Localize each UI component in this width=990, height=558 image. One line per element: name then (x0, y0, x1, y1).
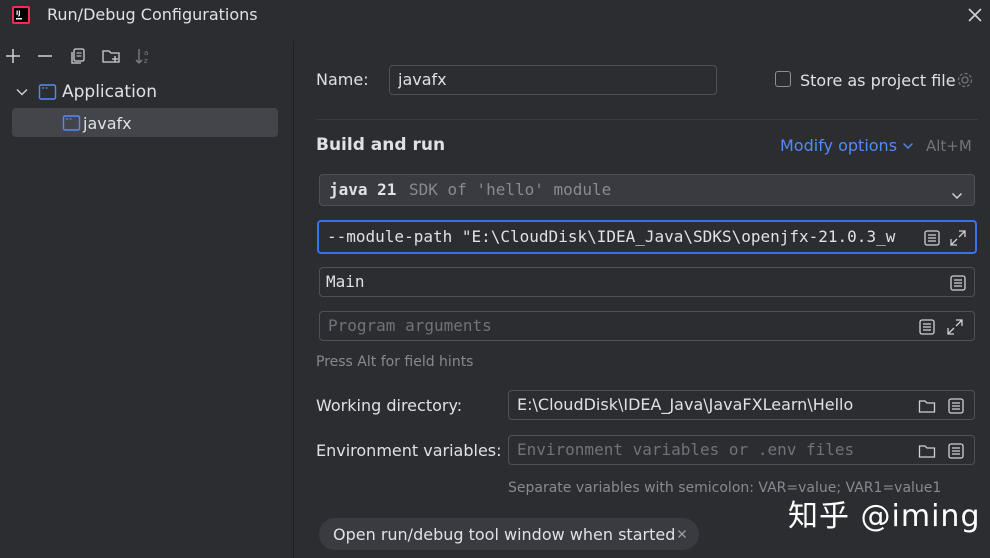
program-arguments-placeholder: Program arguments (328, 316, 492, 335)
expand-icon[interactable] (949, 227, 967, 246)
tree-item-javafx[interactable] (12, 108, 278, 137)
build-run-heading: Build and run (316, 135, 446, 155)
store-project-checkbox[interactable] (775, 71, 791, 87)
intellij-app-icon: IJ (11, 5, 31, 25)
list-edit-icon[interactable] (949, 273, 967, 291)
close-icon[interactable] (966, 6, 984, 24)
copy-icon[interactable] (68, 46, 88, 66)
window-title: Run/Debug Configurations (47, 5, 258, 24)
working-directory-field[interactable]: E:\CloudDisk\IDEA_Java\JavaFXLearn\Hello (508, 390, 975, 420)
environment-variables-label: Environment variables: (316, 441, 502, 460)
vm-options-field[interactable]: --module-path "E:\CloudDisk\IDEA_Java\SD… (317, 220, 977, 254)
chevron-down-icon[interactable] (14, 84, 30, 100)
application-config-icon (62, 114, 81, 132)
application-config-icon (38, 83, 57, 101)
jdk-detail: SDK of 'hello' module (409, 180, 612, 199)
list-edit-icon[interactable] (918, 317, 936, 335)
svg-text:IJ: IJ (16, 10, 20, 17)
environment-variables-field[interactable]: Environment variables or .env files (508, 435, 975, 465)
tree-item-label: javafx (83, 114, 132, 133)
folder-icon[interactable] (918, 396, 936, 414)
chevron-down-icon[interactable] (901, 139, 915, 153)
remove-icon[interactable] (35, 46, 55, 66)
tree-group-application[interactable]: Application (62, 82, 157, 102)
new-folder-icon[interactable] (101, 46, 121, 66)
main-class-value: Main (326, 272, 365, 291)
list-edit-icon[interactable] (947, 441, 965, 459)
vm-options-value: --module-path "E:\CloudDisk\IDEA_Java\SD… (327, 227, 896, 246)
program-arguments-field[interactable]: Program arguments (319, 311, 975, 341)
main-class-field[interactable]: Main (319, 267, 975, 297)
watermark: 知乎 @iming (788, 499, 981, 534)
svg-text:a: a (144, 49, 148, 57)
svg-text:z: z (144, 57, 148, 65)
store-project-label: Store as project file (800, 71, 956, 90)
chevron-down-icon (950, 183, 964, 200)
open-tool-window-chip-label: Open run/debug tool window when started (333, 525, 676, 544)
name-field[interactable]: javafx (389, 65, 717, 95)
add-icon[interactable] (3, 46, 23, 66)
field-hint: Press Alt for field hints (316, 354, 474, 370)
jdk-select[interactable]: java 21 SDK of 'hello' module (319, 174, 975, 206)
jdk-version: java 21 (329, 180, 397, 199)
modify-options-link[interactable]: Modify options (780, 136, 897, 155)
folder-icon[interactable] (918, 441, 936, 459)
list-edit-icon[interactable] (923, 227, 941, 246)
gear-icon[interactable] (956, 71, 974, 89)
separator (316, 119, 978, 120)
name-field-value: javafx (398, 70, 447, 89)
close-icon[interactable] (675, 527, 689, 541)
name-label: Name: (316, 70, 369, 89)
working-directory-value: E:\CloudDisk\IDEA_Java\JavaFXLearn\Hello (517, 395, 854, 414)
list-edit-icon[interactable] (947, 396, 965, 414)
environment-variables-placeholder: Environment variables or .env files (517, 440, 855, 459)
expand-icon[interactable] (946, 317, 964, 335)
modify-options-shortcut: Alt+M (926, 137, 972, 155)
sort-alpha-icon[interactable]: az (134, 46, 154, 66)
working-directory-label: Working directory: (316, 396, 463, 415)
